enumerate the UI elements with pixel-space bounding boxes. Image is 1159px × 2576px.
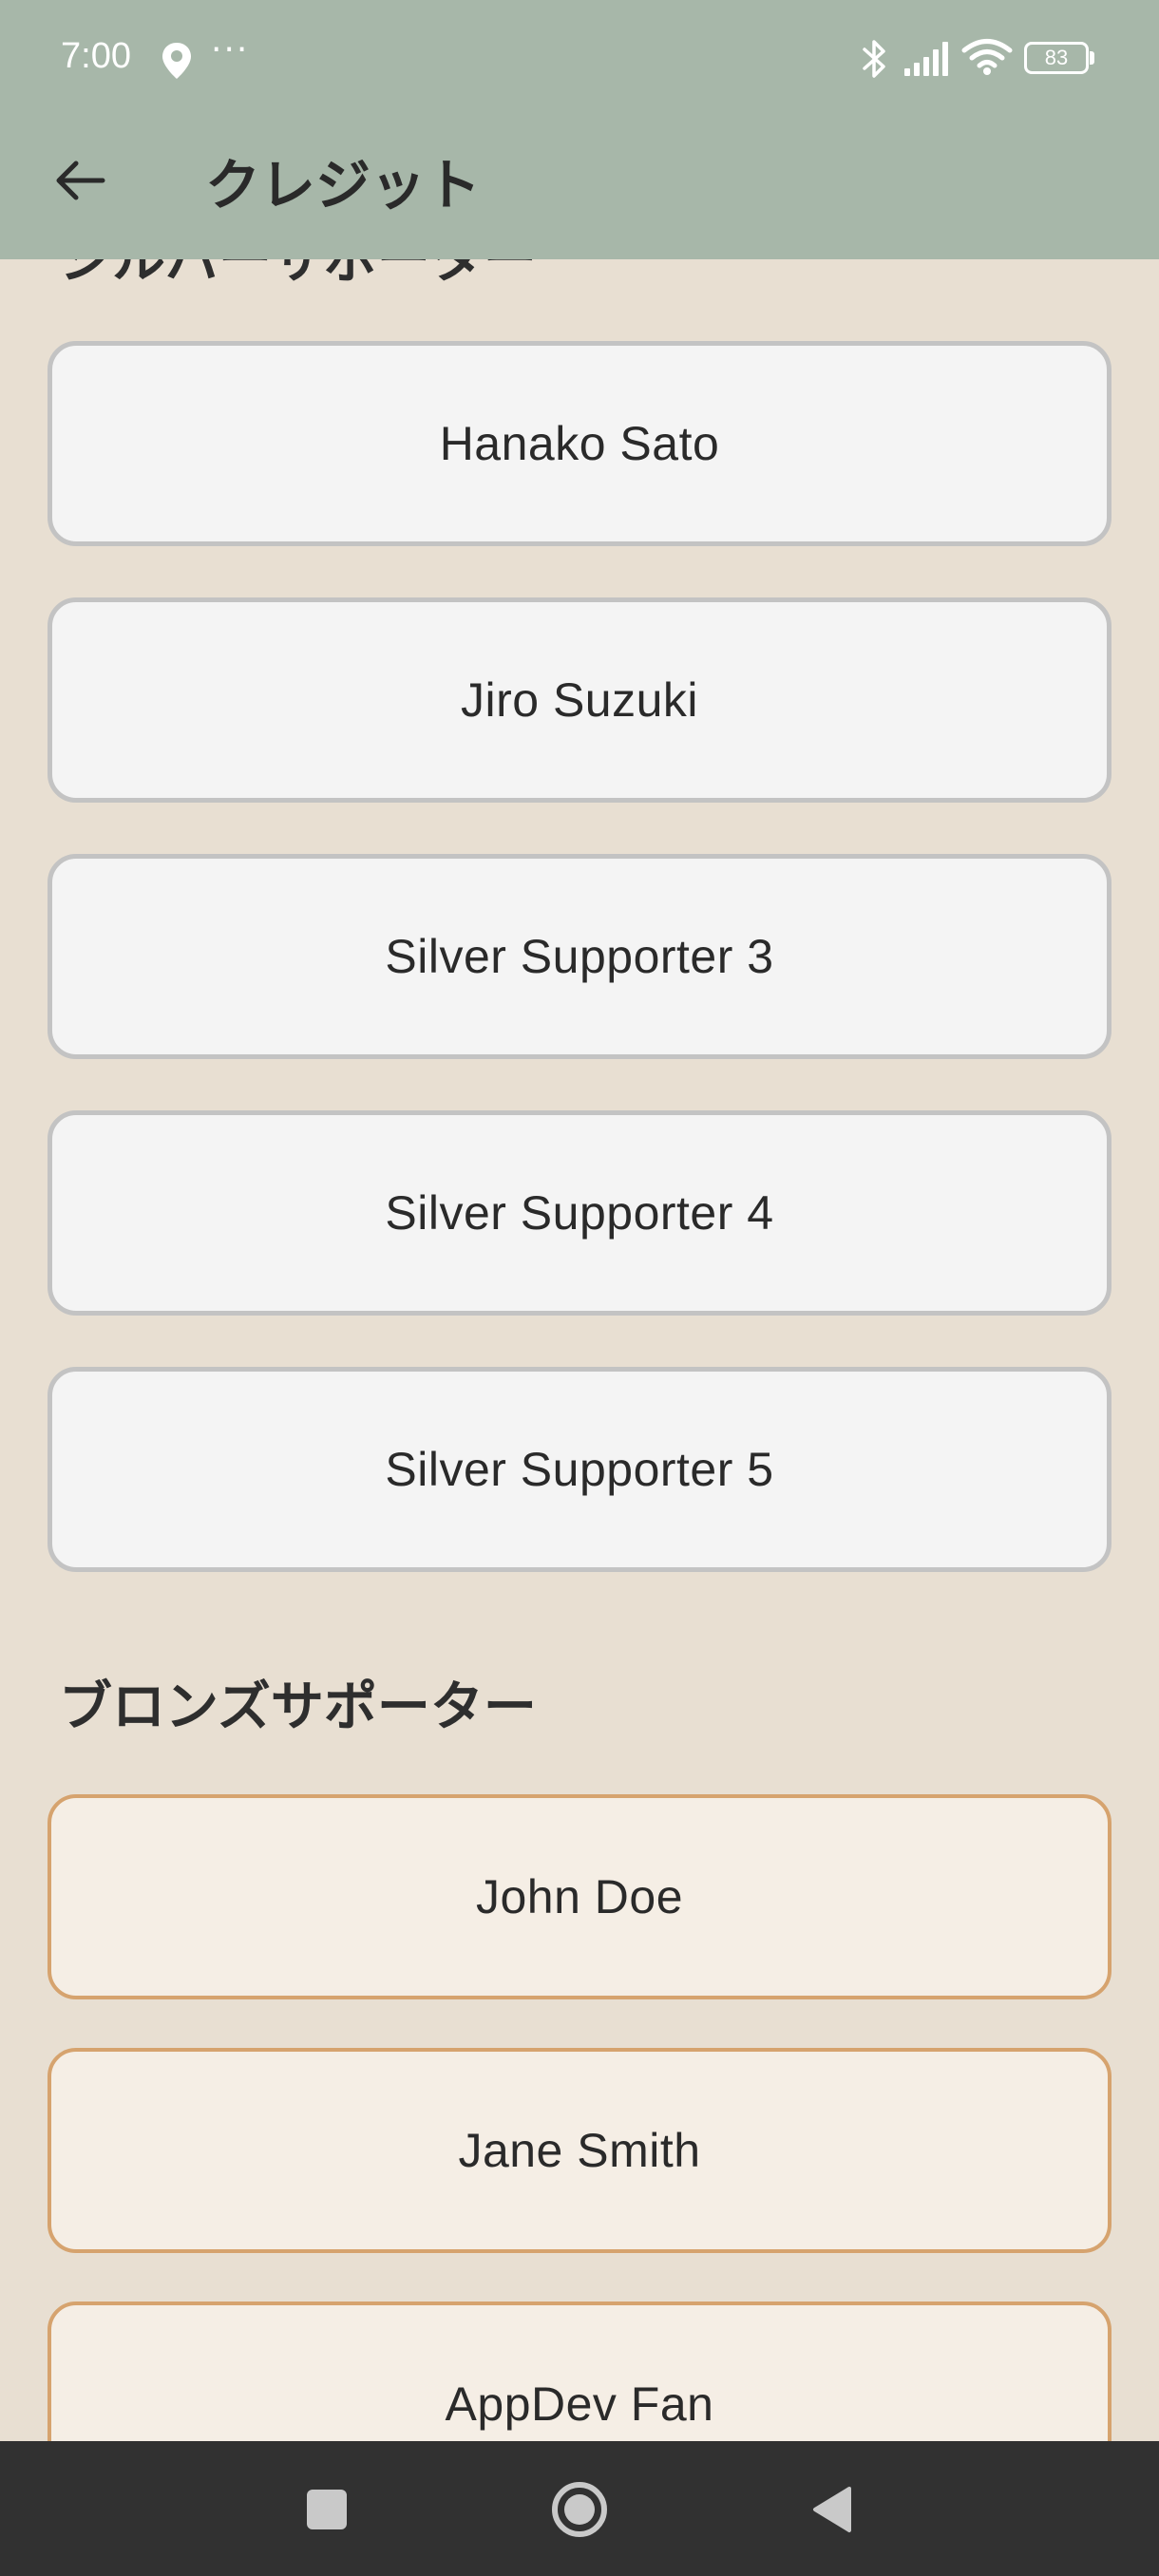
location-icon [162,43,191,79]
home-icon [552,2482,607,2537]
home-button[interactable] [532,2462,627,2557]
supporter-name: Silver Supporter 5 [385,1443,774,1496]
back-icon [813,2487,851,2532]
supporter-card[interactable]: Hanako Sato [48,341,1112,546]
recents-icon [307,2490,347,2529]
supporter-name: AppDev Fan [445,2377,714,2431]
supporter-card[interactable]: Silver Supporter 5 [48,1367,1112,1572]
battery-icon: 83 [1024,42,1094,74]
more-notifications: ··· [211,30,250,69]
supporter-name: Jane Smith [458,2124,701,2177]
battery-level: 83 [1024,42,1089,74]
bluetooth-icon [863,40,885,78]
wifi-icon [961,39,1013,75]
credits-list[interactable]: シルバーサポーター Hanako Sato Jiro Suzuki Silver… [0,0,1159,2576]
supporter-card[interactable]: Silver Supporter 4 [48,1110,1112,1316]
signal-icon [904,42,948,76]
supporter-name: Silver Supporter 3 [385,930,774,983]
status-bar: 7:00 ··· 83 [0,0,1159,119]
system-nav-bar [0,2441,1159,2576]
supporter-name: Hanako Sato [439,417,720,470]
nav-back-button[interactable] [785,2462,880,2557]
page-title: クレジット [205,153,482,218]
bronze-section-heading: ブロンズサポーター [59,1676,537,1738]
arrow-left-icon [56,161,105,200]
back-button[interactable] [38,142,122,218]
supporter-name: Jiro Suzuki [460,673,699,727]
supporter-card[interactable]: John Doe [48,1794,1112,1999]
supporter-card[interactable]: Jane Smith [48,2048,1112,2253]
supporter-card[interactable]: Jiro Suzuki [48,597,1112,803]
app-bar: 7:00 ··· 83 クレジット [0,0,1159,259]
supporter-name: John Doe [475,1870,684,1923]
supporter-name: Silver Supporter 4 [385,1186,774,1240]
recents-button[interactable] [279,2462,374,2557]
supporter-card[interactable]: Silver Supporter 3 [48,854,1112,1059]
status-time: 7:00 [61,36,131,76]
